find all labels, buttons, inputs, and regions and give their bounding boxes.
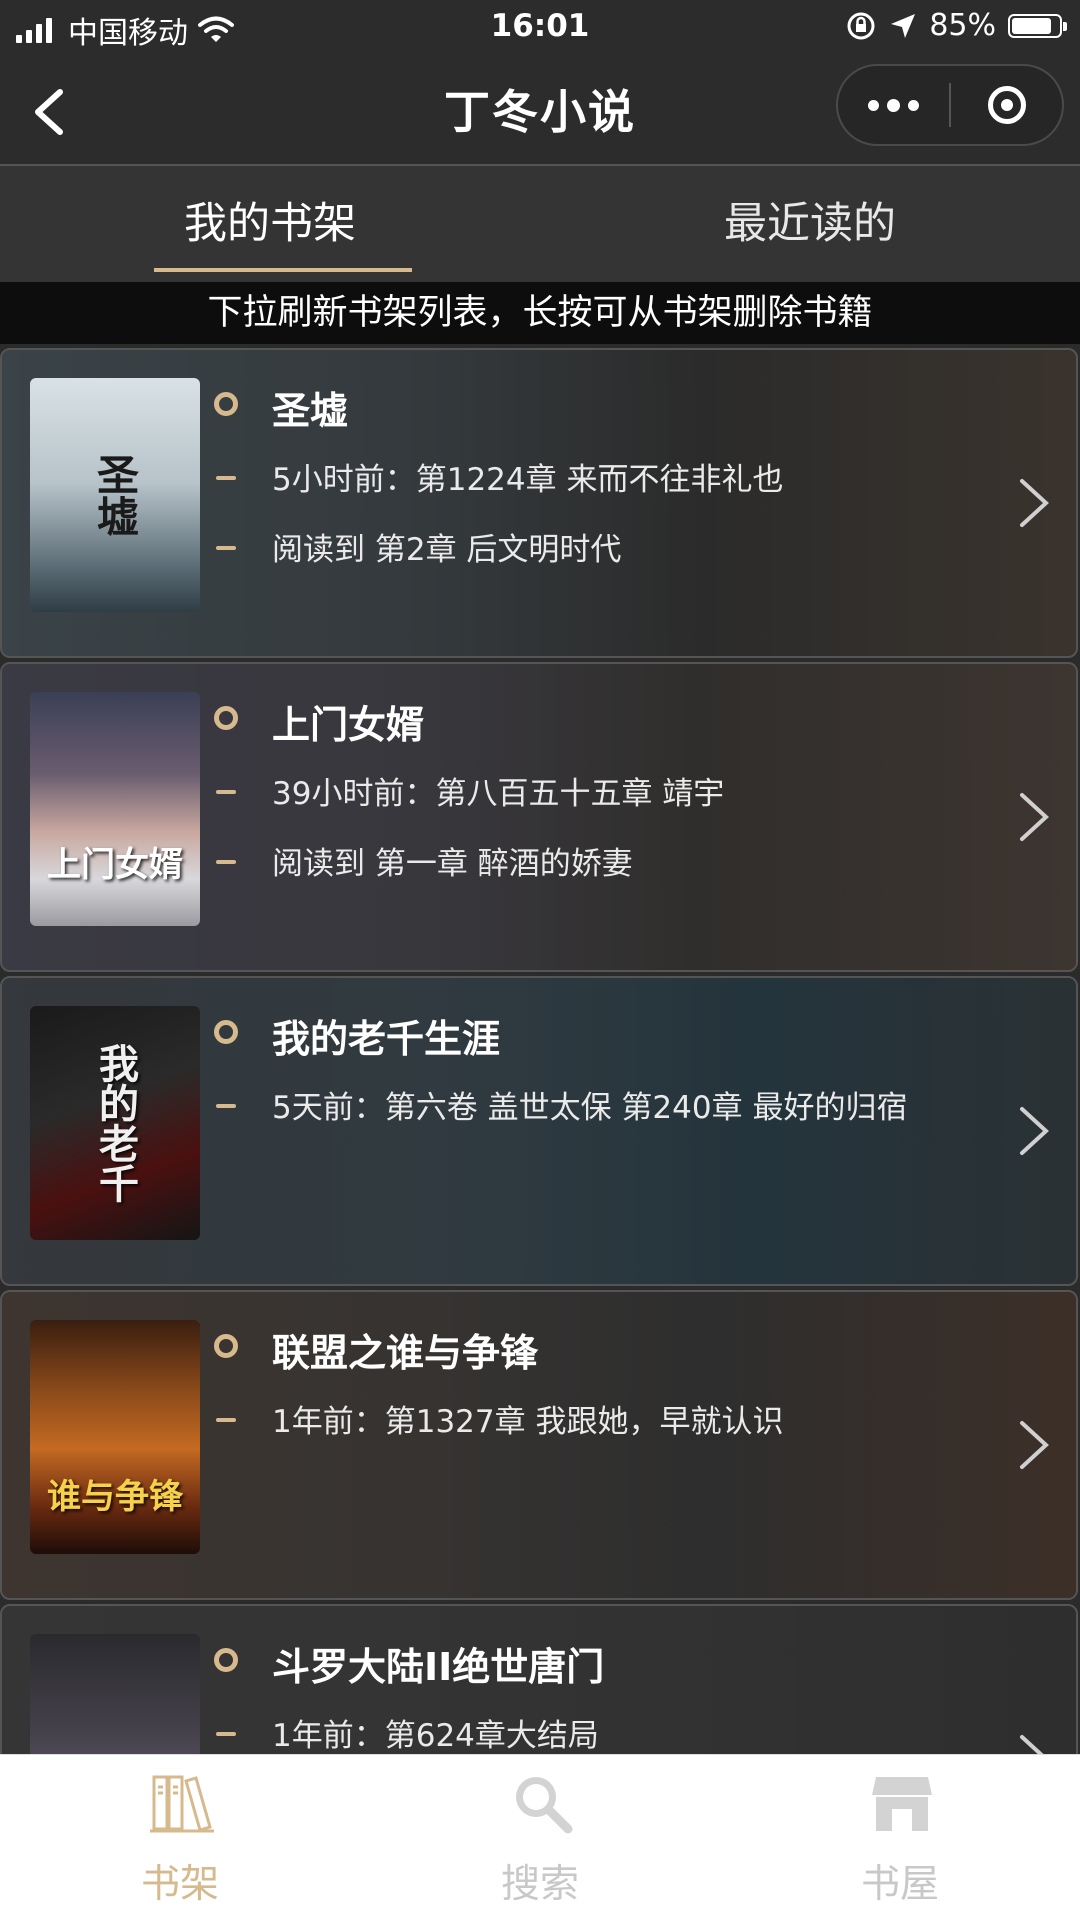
dash-icon [216,476,236,480]
dash-icon [216,860,236,864]
title-bullet-icon [214,1648,238,1672]
tabbar-label: 书架 [140,1862,219,1907]
dash-icon [216,1418,236,1422]
tabbar-bookshelf[interactable]: 书架 [0,1755,360,1920]
book-card-shangmen-nvxu[interactable]: 上门女婿 上门女婿 39小时前：第八百五十五章 靖宇 阅读到 第一章 醉酒的娇妻 [0,662,1078,972]
status-right: 85% [845,8,1067,43]
bottom-tab-bar: 书架 搜索 书屋 [0,1754,1080,1920]
book-cover[interactable] [30,1634,200,1754]
cover-title [30,1634,200,1754]
dash-icon [216,1104,236,1108]
battery-level [1012,17,1051,34]
book-card-laoqian-shengya[interactable]: 我的老千 我的老千生涯 5天前：第六卷 盖世太保 第240章 最好的归宿 [0,976,1078,1286]
battery-percent: 85% [929,8,996,43]
chevron-right-icon[interactable] [1016,789,1052,845]
tab-bar-top: 我的书架 最近读的 [0,166,1080,282]
book-title: 联盟之谁与争锋 [272,1331,539,1375]
tabbar-label: 搜索 [500,1862,579,1907]
book-title: 圣墟 [272,389,349,433]
book-cover[interactable]: 我的老千 [30,1006,200,1240]
book-title: 我的老千生涯 [272,1017,501,1061]
book-card-shengxu[interactable]: 圣墟 圣墟 5小时前：第1224章 来而不往非礼也 阅读到 第2章 后文明时代 [0,348,1078,658]
latest-chapter: 5天前：第六卷 盖世太保 第240章 最好的归宿 [272,1090,908,1126]
book-cover[interactable]: 上门女婿 [30,692,200,926]
title-bullet-icon [214,392,238,416]
book-title: 斗罗大陆II绝世唐门 [272,1645,605,1689]
cover-title: 我的老千 [92,1043,139,1203]
title-bullet-icon [214,1020,238,1044]
tabbar-search[interactable]: 搜索 [360,1755,720,1920]
refresh-hint: 下拉刷新书架列表，长按可从书架删除书籍 [0,282,1080,344]
target-icon [987,86,1026,124]
tabbar-store[interactable]: 书屋 [720,1755,1080,1920]
title-bullet-icon [214,1334,238,1358]
cover-title: 谁与争锋 [47,1477,183,1517]
tab-my-bookshelf[interactable]: 我的书架 [0,166,540,282]
tab-recently-read[interactable]: 最近读的 [540,166,1080,282]
reading-progress: 阅读到 第2章 后文明时代 [272,532,622,568]
cover-title: 上门女婿 [47,845,183,885]
reading-progress: 阅读到 第一章 醉酒的娇妻 [272,846,633,882]
dash-icon [216,1732,236,1736]
tab-label: 我的书架 [184,199,356,249]
app-screen: 中国移动 16:01 85% 丁冬小说 我的书架 最近读的 下拉刷新书架列表，长… [0,0,1080,1920]
latest-chapter: 5小时前：第1224章 来而不往非礼也 [272,462,784,498]
chevron-right-icon[interactable] [1016,1103,1052,1159]
chevron-right-icon[interactable] [1016,1417,1052,1473]
book-title: 上门女婿 [272,703,425,747]
book-card-douluo[interactable]: 斗罗大陆II绝世唐门 1年前：第624章大结局 [0,1604,1078,1754]
chevron-right-icon[interactable] [1016,1731,1052,1754]
tabbar-label: 书屋 [860,1862,939,1907]
miniprogram-capsule [836,64,1064,146]
location-icon [891,13,916,38]
latest-chapter: 39小时前：第八百五十五章 靖宇 [272,776,725,812]
dash-icon [216,790,236,794]
latest-chapter: 1年前：第624章大结局 [272,1718,599,1754]
bookshelf-list[interactable]: 圣墟 圣墟 5小时前：第1224章 来而不往非礼也 阅读到 第2章 后文明时代 … [0,346,1080,1754]
cover-title: 圣墟 [90,453,140,537]
tab-label: 最近读的 [724,199,896,249]
dash-icon [216,546,236,550]
more-dots-icon [868,99,879,111]
active-tab-indicator [154,268,412,272]
nav-bar: 丁冬小说 [0,56,1080,166]
rotation-lock-icon [847,12,875,39]
status-bar: 中国移动 16:01 85% [0,0,1080,56]
book-card-lianmeng[interactable]: 谁与争锋 联盟之谁与争锋 1年前：第1327章 我跟她，早就认识 [0,1290,1078,1600]
bookshelf-icon [150,1775,214,1833]
battery-icon [1008,13,1067,38]
close-miniprogram-button[interactable] [951,66,1062,144]
book-cover[interactable]: 圣墟 [30,378,200,612]
chevron-right-icon[interactable] [1016,475,1052,531]
store-icon [872,1777,932,1831]
book-cover[interactable]: 谁与争锋 [30,1320,200,1554]
latest-chapter: 1年前：第1327章 我跟她，早就认识 [272,1404,784,1440]
more-button[interactable] [838,66,949,144]
search-icon [516,1777,573,1834]
title-bullet-icon [214,706,238,730]
